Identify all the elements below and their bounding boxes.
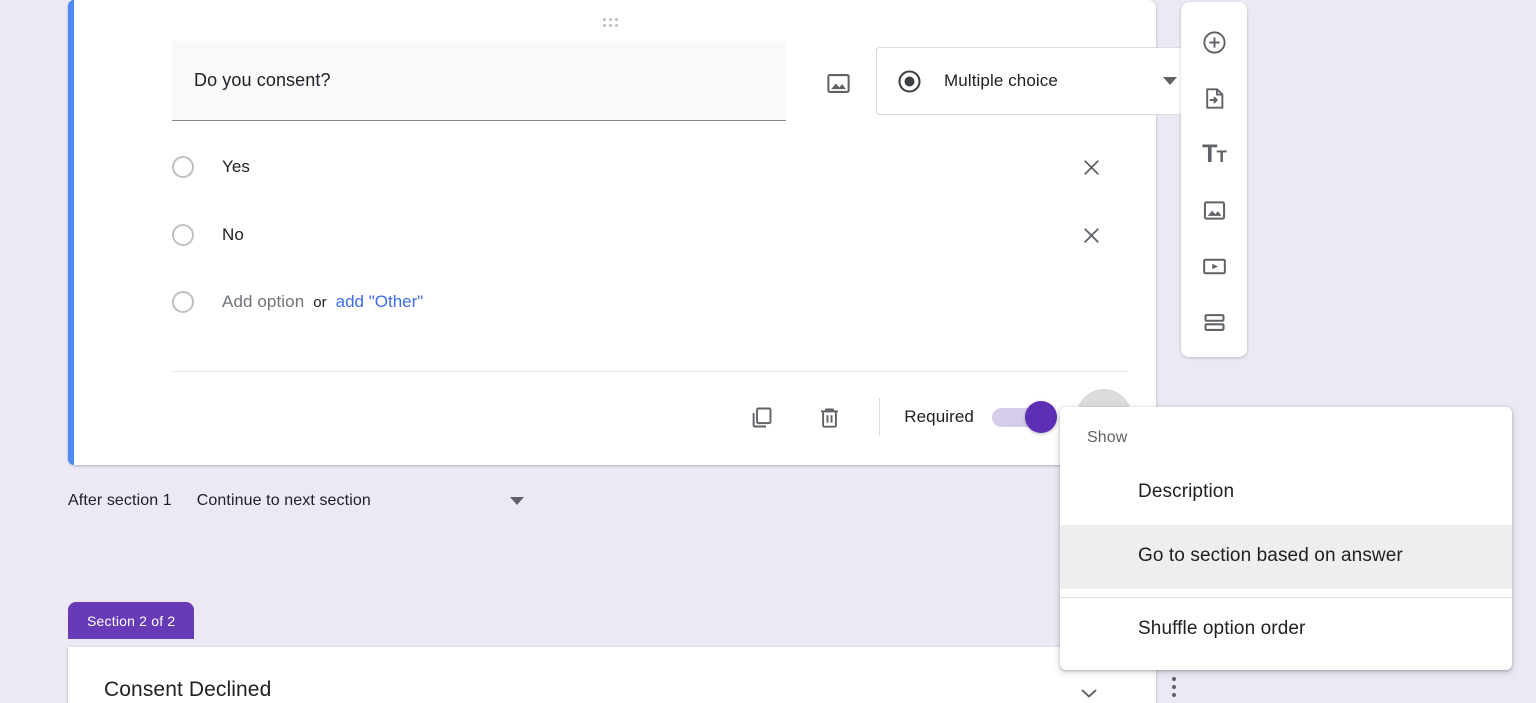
menu-item-go-to-section[interactable]: Go to section based on answer bbox=[1060, 525, 1512, 589]
trash-icon[interactable] bbox=[805, 393, 853, 441]
import-questions-button[interactable] bbox=[1190, 78, 1238, 118]
after-section-row[interactable]: After section 1 Continue to next section bbox=[68, 492, 524, 510]
question-title-input[interactable]: Do you consent? bbox=[172, 41, 786, 121]
add-other-button[interactable]: add "Other" bbox=[336, 292, 424, 312]
footer-divider bbox=[172, 371, 1128, 372]
section-tab-label: Section 2 of 2 bbox=[68, 602, 194, 639]
add-video-button[interactable] bbox=[1190, 246, 1238, 286]
close-icon[interactable] bbox=[1074, 150, 1108, 184]
title-text-icon: TT bbox=[1202, 142, 1226, 167]
duplicate-icon[interactable] bbox=[737, 393, 785, 441]
add-option-or-text: or bbox=[313, 294, 326, 311]
question-type-value: Multiple choice bbox=[922, 71, 1163, 91]
radio-button-icon bbox=[172, 291, 194, 313]
section-title[interactable]: Consent Declined bbox=[104, 678, 271, 702]
chevron-down-icon[interactable] bbox=[510, 497, 524, 505]
chevron-down-icon[interactable] bbox=[1081, 685, 1097, 694]
menu-item-description[interactable]: Description bbox=[1060, 461, 1512, 525]
add-item-toolbar: TT bbox=[1181, 2, 1247, 357]
add-option-controls: Add option or add "Other" bbox=[222, 292, 423, 312]
add-option-row[interactable]: Add option or add "Other" bbox=[172, 282, 1128, 322]
add-image-button[interactable] bbox=[1190, 190, 1238, 230]
section-2-body[interactable]: Consent Declined bbox=[68, 647, 1156, 703]
card-accent-bar bbox=[68, 0, 74, 465]
option-row[interactable]: No bbox=[172, 215, 1128, 255]
drag-handle-icon[interactable] bbox=[600, 18, 624, 30]
required-label: Required bbox=[904, 407, 974, 427]
toolbar-separator bbox=[879, 398, 880, 436]
add-image-to-question-button[interactable] bbox=[818, 63, 858, 103]
add-section-button[interactable] bbox=[1190, 302, 1238, 342]
add-option-button[interactable]: Add option bbox=[222, 292, 304, 312]
section-2-card: Section 2 of 2 Consent Declined bbox=[68, 602, 1156, 701]
question-type-select[interactable]: Multiple choice bbox=[876, 47, 1194, 115]
question-options-menu: Show Description Go to section based on … bbox=[1060, 407, 1512, 670]
radio-button-icon bbox=[172, 224, 194, 246]
after-section-label: After section 1 bbox=[68, 492, 172, 510]
option-label[interactable]: No bbox=[222, 225, 244, 245]
close-icon[interactable] bbox=[1074, 218, 1108, 252]
toggle-thumb bbox=[1025, 401, 1057, 433]
after-section-value[interactable]: Continue to next section bbox=[197, 492, 371, 510]
chevron-down-icon bbox=[1163, 77, 1177, 85]
option-row[interactable]: Yes bbox=[172, 147, 1128, 187]
radio-button-icon bbox=[897, 69, 922, 94]
radio-button-icon bbox=[172, 156, 194, 178]
question-card[interactable]: Do you consent? Multiple choice Yes bbox=[68, 0, 1156, 465]
section-more-options-button[interactable] bbox=[1172, 677, 1176, 697]
option-label[interactable]: Yes bbox=[222, 157, 250, 177]
menu-item-shuffle-option-order[interactable]: Shuffle option order bbox=[1060, 598, 1512, 671]
add-title-and-description-button[interactable]: TT bbox=[1190, 134, 1238, 174]
add-question-button[interactable] bbox=[1190, 22, 1238, 62]
required-toggle[interactable] bbox=[992, 405, 1054, 429]
question-title-row: Do you consent? Multiple choice bbox=[172, 41, 1156, 123]
menu-section-header: Show bbox=[1060, 416, 1512, 461]
